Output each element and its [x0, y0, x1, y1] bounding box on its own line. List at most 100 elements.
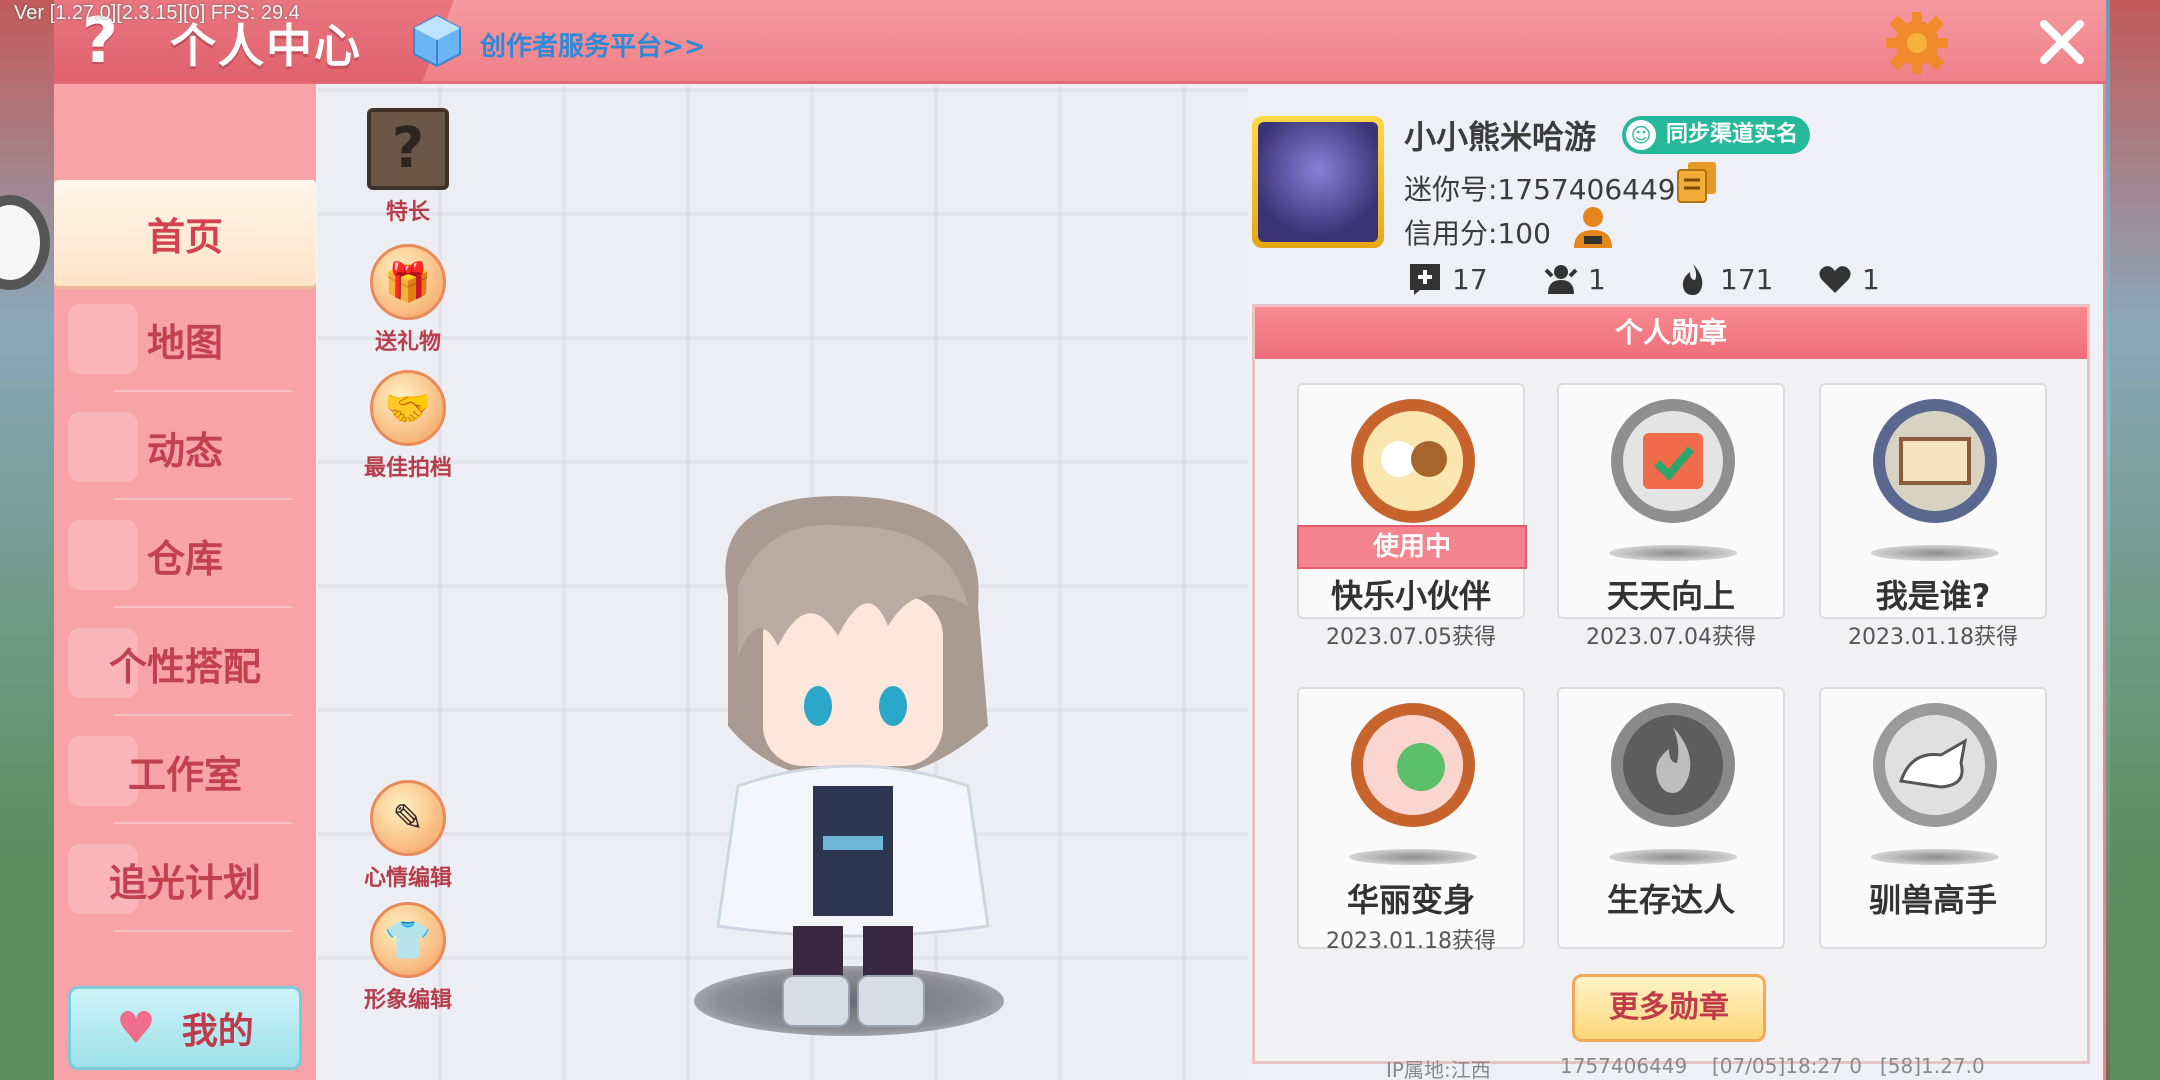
medal-name: 驯兽高手: [1868, 881, 1997, 919]
mood-edit-label: 心情编辑: [363, 866, 452, 891]
divider: [114, 714, 292, 716]
medal-name: 华丽变身: [1346, 881, 1475, 919]
character-stage: ? 特长 🎁 送礼物 🤝 最佳拍档 ✎ 心情编辑 👕 形象编辑: [318, 86, 1248, 1080]
menu-item-label: 工作室: [127, 752, 242, 797]
menu-item-studio[interactable]: 工作室: [54, 718, 316, 824]
menu-item-chase-light[interactable]: 追光计划: [54, 826, 316, 932]
credit-score: 信用分:100: [1404, 217, 1551, 250]
survival-medal-icon: [1611, 703, 1735, 827]
look-edit-button[interactable]: 👕 形象编辑: [358, 902, 458, 1014]
mood-edit-button[interactable]: ✎ 心情编辑: [358, 780, 458, 892]
medal-plinth: [1609, 849, 1737, 865]
letter-medal-icon: [1873, 399, 1997, 523]
sync-realname-badge[interactable]: ☺ 同步渠道实名: [1622, 116, 1811, 154]
medal-card[interactable]: 天天向上 2023.07.04获得: [1557, 383, 1785, 650]
divider: [114, 606, 292, 608]
top-bar: ? 个人中心 创作者服务平台>>: [54, 0, 2106, 84]
stat-likes-value: 1: [1862, 262, 1880, 296]
medal-name: 生存达人: [1606, 881, 1735, 919]
credit-user-icon[interactable]: [1570, 204, 1616, 250]
version-text: Ver [1.27.0][2.3.15][0] FPS: 29.4: [14, 2, 300, 24]
partner-label: 最佳拍档: [363, 456, 452, 481]
gift-button[interactable]: 🎁 送礼物: [358, 244, 458, 356]
stat-popularity-value: 171: [1720, 262, 1774, 296]
medal-plinth: [1871, 545, 1999, 561]
partner-button[interactable]: 🤝 最佳拍档: [358, 370, 458, 482]
sync-badge-label: 同步渠道实名: [1666, 122, 1799, 147]
cube-icon[interactable]: [412, 14, 462, 68]
divider: [114, 390, 292, 392]
my-button[interactable]: ♥ 我的: [68, 986, 302, 1070]
calendar-medal-icon: [1611, 399, 1735, 523]
stat-likes: 1: [1818, 262, 1880, 296]
avatar-image: [1258, 122, 1378, 242]
divider: [114, 930, 292, 932]
creator-platform-link[interactable]: 创作者服务平台>>: [480, 26, 706, 63]
medal-plinth: [1609, 545, 1737, 561]
character-avatar[interactable]: [688, 486, 1018, 1046]
menu-item-feed[interactable]: 动态: [54, 394, 316, 500]
medal-plinth: [1871, 849, 1999, 865]
heart-icon: ♥: [116, 1002, 156, 1054]
question-box-icon: ?: [367, 108, 449, 190]
tamer-medal-icon: [1873, 703, 1997, 827]
left-menu: 首页 地图 动态 仓库 个性搭配 工作室 追光计划 ♥ 我的: [54, 84, 316, 1080]
house-icon: [68, 520, 138, 590]
footer-time: [07/05]18:27 0: [1712, 1054, 1862, 1078]
menu-item-home[interactable]: 首页: [54, 180, 316, 286]
specialty-label: 特长: [385, 200, 430, 225]
outfit-edit-icon: 👕: [370, 902, 446, 978]
medal-card[interactable]: 华丽变身 2023.01.18获得: [1297, 687, 1525, 954]
medal-name: 天天向上: [1606, 577, 1735, 615]
using-tag: 使用中: [1297, 525, 1527, 569]
nickname: 小小熊米哈游: [1404, 118, 1597, 156]
medal-card[interactable]: 我是谁? 2023.01.18获得: [1819, 383, 2047, 650]
stat-followers: 1: [1544, 262, 1606, 296]
footer-build: [58]1.27.0: [1880, 1054, 1985, 1078]
medal-card[interactable]: 使用中 快乐小伙伴 2023.07.05获得: [1297, 383, 1527, 650]
medal-date: 2023.07.05获得: [1326, 625, 1496, 650]
transform-medal-icon: [1351, 703, 1475, 827]
close-icon[interactable]: [2032, 12, 2092, 72]
menu-item-label: 地图: [146, 320, 223, 365]
medal-date: 2023.01.18获得: [1326, 929, 1496, 954]
medal-plinth: [1349, 849, 1477, 865]
medal-card[interactable]: 驯兽高手: [1819, 687, 2047, 949]
menu-item-label: 首页: [146, 214, 223, 259]
medal-panel: 个人勋章 使用中 快乐小伙伴 2023.07.05获得 天天向上 2023.07…: [1252, 304, 2090, 1064]
stat-posts-value: 17: [1452, 262, 1488, 296]
happy-friends-medal-icon: [1351, 399, 1475, 523]
fans-icon: [1544, 265, 1578, 294]
footer-id: 1757406449: [1560, 1054, 1688, 1078]
handshake-icon: 🤝: [370, 370, 446, 446]
more-medals-button[interactable]: 更多勋章: [1572, 974, 1766, 1042]
menu-item-label: 仓库: [146, 536, 223, 581]
bell-icon: [68, 412, 138, 482]
menu-item-outfit[interactable]: 个性搭配: [54, 610, 316, 716]
gear-icon[interactable]: [1884, 10, 1950, 76]
gift-label: 送礼物: [374, 330, 441, 355]
menu-item-warehouse[interactable]: 仓库: [54, 502, 316, 608]
menu-item-map[interactable]: 地图: [54, 286, 316, 392]
copy-icon[interactable]: [1676, 160, 1718, 204]
map-icon: [68, 304, 138, 374]
profile-avatar[interactable]: [1252, 116, 1384, 248]
menu-item-label: 追光计划: [108, 860, 261, 905]
specialty-button[interactable]: ? 特长: [358, 108, 458, 226]
mini-id: 迷你号:1757406449: [1404, 173, 1676, 206]
flame-icon: [1682, 264, 1703, 295]
medal-card[interactable]: 生存达人: [1557, 687, 1785, 949]
heart-icon: [1819, 266, 1851, 293]
my-button-label: 我的: [181, 1011, 254, 1052]
menu-item-label: 个性搭配: [108, 644, 261, 689]
medal-name: 快乐小伙伴: [1330, 577, 1491, 615]
menu-item-label: 动态: [146, 428, 223, 473]
background-left: [0, 0, 56, 1080]
stat-followers-value: 1: [1588, 262, 1606, 296]
look-edit-label: 形象编辑: [363, 988, 452, 1013]
divider: [114, 822, 292, 824]
edit-icon: ✎: [370, 780, 446, 856]
divider: [114, 498, 292, 500]
medal-date: 2023.07.04获得: [1586, 625, 1756, 650]
post-icon: [1410, 264, 1440, 295]
